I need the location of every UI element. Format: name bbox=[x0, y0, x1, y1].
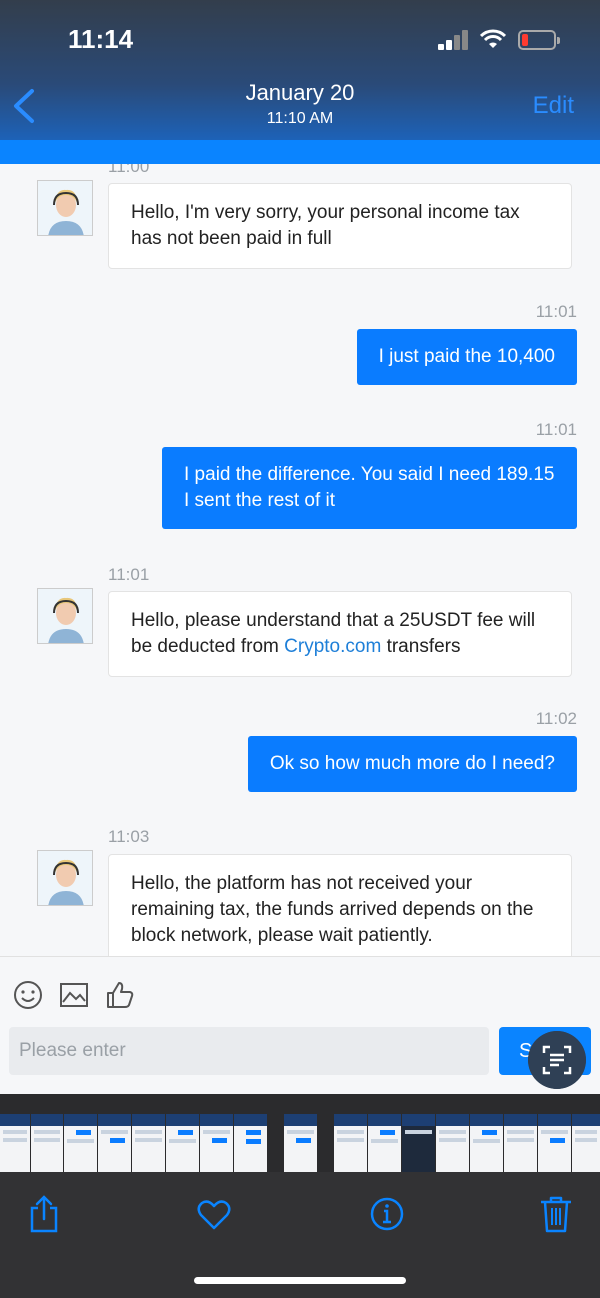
filmstrip-thumbnail[interactable] bbox=[31, 1114, 63, 1178]
filmstrip-thumbnail[interactable] bbox=[234, 1114, 267, 1178]
agent-avatar-icon bbox=[38, 851, 92, 905]
image-icon[interactable] bbox=[58, 979, 90, 1011]
info-icon[interactable] bbox=[369, 1194, 405, 1234]
filmstrip-thumbnail[interactable] bbox=[200, 1114, 233, 1178]
message-timestamp: 11:02 bbox=[535, 709, 577, 728]
filmstrip-thumbnail[interactable] bbox=[470, 1114, 503, 1178]
crypto-link[interactable]: Crypto.com bbox=[284, 636, 381, 657]
home-indicator[interactable] bbox=[194, 1277, 406, 1284]
share-icon[interactable] bbox=[26, 1194, 62, 1234]
message-timestamp: 11:01 bbox=[535, 420, 577, 439]
filmstrip-thumbnail[interactable] bbox=[98, 1114, 131, 1178]
incoming-message: Hello, I'm very sorry, your personal inc… bbox=[108, 183, 572, 269]
filmstrip-thumbnail[interactable] bbox=[538, 1114, 571, 1178]
viewer-header: 11:14 January 20 11:10 AM Edit bbox=[0, 0, 600, 140]
status-time: 11:14 bbox=[68, 24, 134, 54]
filmstrip-thumbnail[interactable] bbox=[64, 1114, 97, 1178]
filmstrip-thumbnail[interactable] bbox=[368, 1114, 401, 1178]
emoji-icon[interactable] bbox=[12, 979, 44, 1011]
filmstrip-thumbnail[interactable] bbox=[166, 1114, 199, 1178]
message-text: transfers bbox=[381, 636, 461, 657]
agent-avatar-icon bbox=[38, 181, 92, 235]
message-timestamp: 11:01 bbox=[535, 302, 577, 321]
agent-avatar bbox=[37, 850, 93, 906]
message-timestamp: 11:01 bbox=[108, 565, 150, 584]
viewer-title-date: January 20 bbox=[245, 80, 355, 105]
filmstrip-thumbnail[interactable] bbox=[402, 1114, 435, 1178]
message-input[interactable] bbox=[9, 1027, 489, 1075]
message-timestamp: 11:00 bbox=[108, 164, 150, 176]
signal-icon bbox=[438, 30, 470, 50]
heart-icon[interactable] bbox=[196, 1194, 232, 1234]
chat-thread[interactable]: 11:00 Hello, I'm very sorry, your person… bbox=[0, 164, 600, 956]
trash-icon[interactable] bbox=[538, 1194, 574, 1234]
filmstrip-thumbnail[interactable] bbox=[572, 1114, 600, 1178]
agent-avatar bbox=[37, 180, 93, 236]
scan-text-icon[interactable] bbox=[528, 1031, 586, 1089]
message-timestamp: 11:03 bbox=[108, 827, 150, 846]
filmstrip-thumbnail[interactable] bbox=[132, 1114, 165, 1178]
battery-icon bbox=[518, 30, 560, 50]
filmstrip-thumbnail[interactable] bbox=[0, 1114, 30, 1178]
filmstrip-thumbnail[interactable] bbox=[436, 1114, 469, 1178]
photo-filmstrip[interactable] bbox=[0, 1094, 600, 1178]
outgoing-message: I just paid the 10,400 bbox=[356, 329, 577, 385]
edit-button[interactable]: Edit bbox=[533, 92, 574, 120]
incoming-message: Hello, please understand that a 25USDT f… bbox=[108, 591, 572, 677]
outgoing-message: Ok so how much more do I need? bbox=[247, 736, 577, 792]
thumbs-up-icon[interactable] bbox=[104, 979, 136, 1011]
filmstrip-thumbnail[interactable] bbox=[504, 1114, 537, 1178]
composer: Send bbox=[0, 956, 600, 1094]
agent-avatar-icon bbox=[38, 589, 92, 643]
outgoing-message: I paid the difference. You said I need 1… bbox=[162, 447, 577, 529]
filmstrip-thumbnail[interactable] bbox=[334, 1114, 367, 1178]
chat-header-strip bbox=[0, 140, 600, 164]
agent-avatar bbox=[37, 588, 93, 644]
viewer-title-time: 11:10 AM bbox=[266, 110, 334, 127]
wifi-icon bbox=[480, 29, 506, 48]
incoming-message: Hello, the platform has not received you… bbox=[108, 854, 572, 956]
filmstrip-thumbnail-current[interactable] bbox=[284, 1114, 317, 1178]
